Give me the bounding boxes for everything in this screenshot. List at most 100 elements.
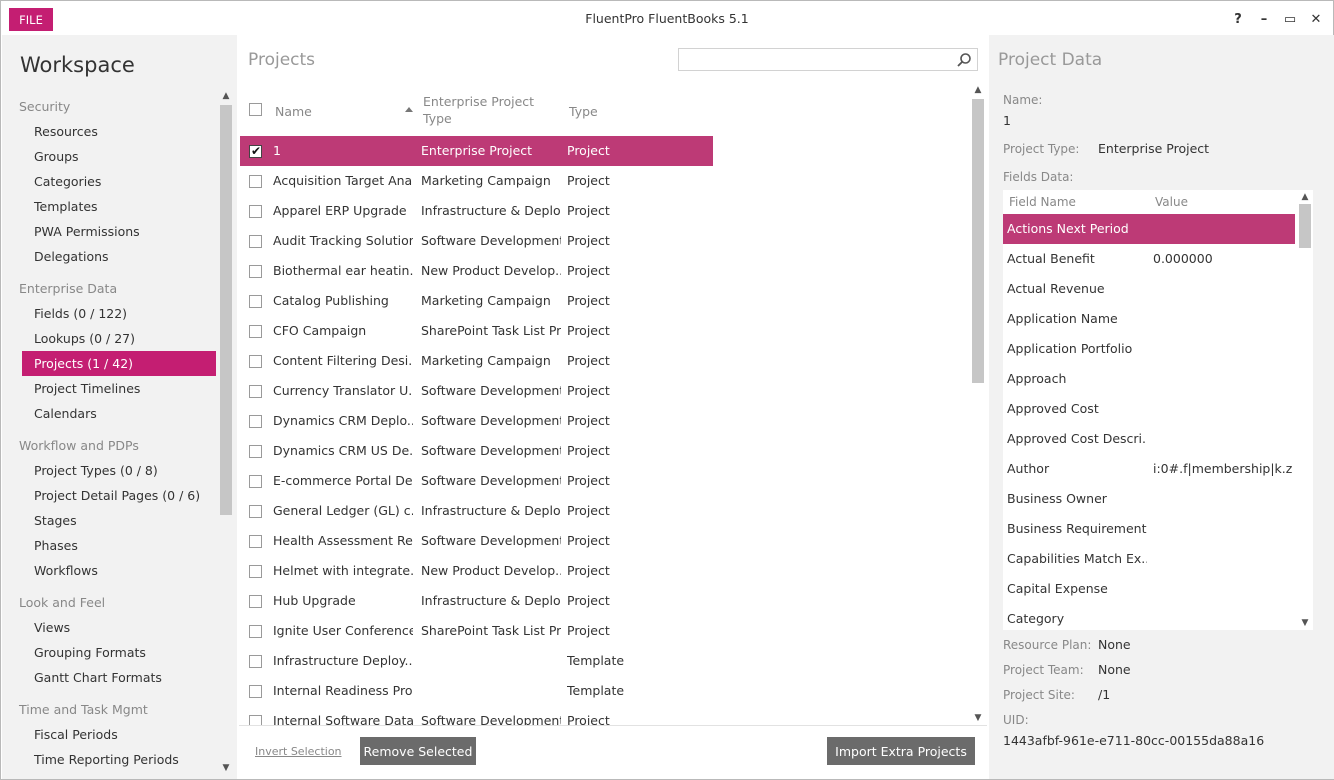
sidebar-item-views[interactable]: Views [2, 615, 217, 640]
row-checkbox[interactable] [249, 625, 262, 638]
sidebar-item-projects-1-42[interactable]: Projects (1 / 42) [22, 351, 216, 376]
column-enterprise-project-type[interactable]: Enterprise Project Type [423, 93, 553, 127]
scroll-down-icon[interactable]: ▼ [218, 761, 234, 775]
remove-selected-button[interactable]: Remove Selected [360, 737, 476, 765]
table-row[interactable]: Biothermal ear heatin... New Product Deve… [239, 256, 969, 286]
row-checkbox[interactable] [249, 325, 262, 338]
fields-scrollbar[interactable]: ▲ ▼ [1297, 190, 1313, 630]
field-row[interactable]: Business Owner [1003, 484, 1295, 514]
field-row[interactable]: Approach [1003, 364, 1295, 394]
sidebar-item-templates[interactable]: Templates [2, 194, 217, 219]
column-name[interactable]: Name [275, 103, 312, 120]
sidebar-item-project-types-0-8[interactable]: Project Types (0 / 8) [2, 458, 217, 483]
table-row[interactable]: Content Filtering Desi... Marketing Campa… [239, 346, 969, 376]
row-checkbox[interactable] [249, 175, 262, 188]
table-row[interactable]: Currency Translator U... Software Develop… [239, 376, 969, 406]
file-menu-button[interactable]: FILE [9, 8, 53, 31]
help-icon[interactable]: ? [1231, 10, 1245, 28]
sidebar-item-calendars[interactable]: Calendars [2, 401, 217, 426]
row-checkbox[interactable] [249, 685, 262, 698]
minimize-icon[interactable]: – [1257, 10, 1271, 28]
field-row[interactable]: Approved Cost Descri... [1003, 424, 1295, 454]
row-checkbox[interactable] [249, 385, 262, 398]
sidebar-item-fiscal-periods[interactable]: Fiscal Periods [2, 722, 217, 747]
field-row[interactable]: Business Requirement... [1003, 514, 1295, 544]
row-checkbox[interactable] [249, 535, 262, 548]
sidebar-scrollbar[interactable]: ▲ ▼ [218, 89, 234, 775]
table-row[interactable]: Ignite User Conference SharePoint Task Li… [239, 616, 969, 646]
table-row[interactable]: Apparel ERP Upgrade Infrastructure & Depl… [239, 196, 969, 226]
field-row[interactable]: Author i:0#.f|membership|k.za... [1003, 454, 1295, 484]
column-type[interactable]: Type [569, 103, 598, 120]
field-row[interactable]: Category [1003, 604, 1295, 630]
table-row[interactable]: Dynamics CRM Deplo... Software Developmen… [239, 406, 969, 436]
sidebar-item-lookups-0-27[interactable]: Lookups (0 / 27) [2, 326, 217, 351]
table-row[interactable]: CFO Campaign SharePoint Task List Pr... Pr… [239, 316, 969, 346]
table-row[interactable]: Hub Upgrade Infrastructure & Deplo... Proj… [239, 586, 969, 616]
row-checkbox[interactable] [249, 235, 262, 248]
scroll-thumb[interactable] [972, 99, 984, 383]
scroll-up-icon[interactable]: ▲ [1297, 190, 1313, 204]
select-all-checkbox[interactable] [249, 103, 262, 116]
scroll-up-icon[interactable]: ▲ [218, 89, 234, 103]
field-row[interactable]: Approved Cost [1003, 394, 1295, 424]
sidebar-item-pwa-permissions[interactable]: PWA Permissions [2, 219, 217, 244]
table-row[interactable]: Helmet with integrate... New Product Deve… [239, 556, 969, 586]
table-row[interactable]: Health Assessment Re... Software Developm… [239, 526, 969, 556]
row-checkbox[interactable] [249, 265, 262, 278]
projects-scrollbar[interactable]: ▲ ▼ [970, 83, 986, 725]
table-row[interactable]: Acquisition Target Ana... Marketing Campa… [239, 166, 969, 196]
sidebar-item-grouping-formats[interactable]: Grouping Formats [2, 640, 217, 665]
invert-selection-link[interactable]: Invert Selection [255, 745, 342, 758]
sidebar-item-time-reporting-periods[interactable]: Time Reporting Periods [2, 747, 217, 772]
row-checkbox[interactable] [249, 715, 262, 725]
column-field-name[interactable]: Field Name [1009, 195, 1076, 209]
row-checkbox[interactable] [249, 295, 262, 308]
row-checkbox[interactable] [249, 475, 262, 488]
sidebar-item-resources[interactable]: Resources [2, 119, 217, 144]
row-checkbox[interactable] [249, 205, 262, 218]
scroll-thumb[interactable] [1299, 204, 1311, 248]
sidebar-item-stages[interactable]: Stages [2, 508, 217, 533]
table-row[interactable]: ✔ 1 Enterprise Project Project [239, 136, 969, 166]
row-checkbox[interactable] [249, 595, 262, 608]
table-row[interactable]: Internal Software Data... Software Develo… [239, 706, 969, 725]
scroll-up-icon[interactable]: ▲ [970, 83, 986, 97]
table-row[interactable]: Audit Tracking Solution Software Developm… [239, 226, 969, 256]
row-checkbox[interactable] [249, 355, 262, 368]
field-row[interactable]: Actual Revenue [1003, 274, 1295, 304]
sidebar-item-categories[interactable]: Categories [2, 169, 217, 194]
import-extra-projects-button[interactable]: Import Extra Projects [827, 737, 975, 765]
sidebar-item-project-timelines[interactable]: Project Timelines [2, 376, 217, 401]
row-checkbox[interactable] [249, 565, 262, 578]
field-row[interactable]: Application Name [1003, 304, 1295, 334]
field-row[interactable]: Application Portfolio [1003, 334, 1295, 364]
row-checkbox[interactable] [249, 505, 262, 518]
table-row[interactable]: General Ledger (GL) c... Infrastructure &… [239, 496, 969, 526]
field-row[interactable]: Actions Next Period [1003, 214, 1295, 244]
field-row[interactable]: Capabilities Match Ex... [1003, 544, 1295, 574]
sidebar-item-workflows[interactable]: Workflows [2, 558, 217, 583]
row-checkbox[interactable]: ✔ [249, 144, 262, 158]
row-checkbox[interactable] [249, 445, 262, 458]
table-row[interactable]: Internal Readiness Pro... Template [239, 676, 969, 706]
scroll-down-icon[interactable]: ▼ [1297, 616, 1313, 630]
sidebar-item-gantt-chart-formats[interactable]: Gantt Chart Formats [2, 665, 217, 690]
column-value[interactable]: Value [1155, 195, 1188, 209]
table-row[interactable]: Catalog Publishing Marketing Campaign Proj… [239, 286, 969, 316]
table-row[interactable]: Dynamics CRM US De... Software Developmen… [239, 436, 969, 466]
sidebar-item-groups[interactable]: Groups [2, 144, 217, 169]
field-row[interactable]: Actual Benefit 0.000000 [1003, 244, 1295, 274]
table-row[interactable]: Infrastructure Deploy... Template [239, 646, 969, 676]
close-icon[interactable]: ✕ [1309, 10, 1323, 28]
field-row[interactable]: Capital Expense [1003, 574, 1295, 604]
row-checkbox[interactable] [249, 655, 262, 668]
maximize-icon[interactable]: ▭ [1283, 10, 1297, 28]
search-icon[interactable] [956, 52, 972, 68]
sidebar-item-delegations[interactable]: Delegations [2, 244, 217, 269]
scroll-down-icon[interactable]: ▼ [970, 711, 986, 725]
sidebar-item-fields-0-122[interactable]: Fields (0 / 122) [2, 301, 217, 326]
table-row[interactable]: E-commerce Portal De... Software Developm… [239, 466, 969, 496]
search-input[interactable] [679, 49, 949, 70]
scroll-thumb[interactable] [220, 105, 232, 515]
